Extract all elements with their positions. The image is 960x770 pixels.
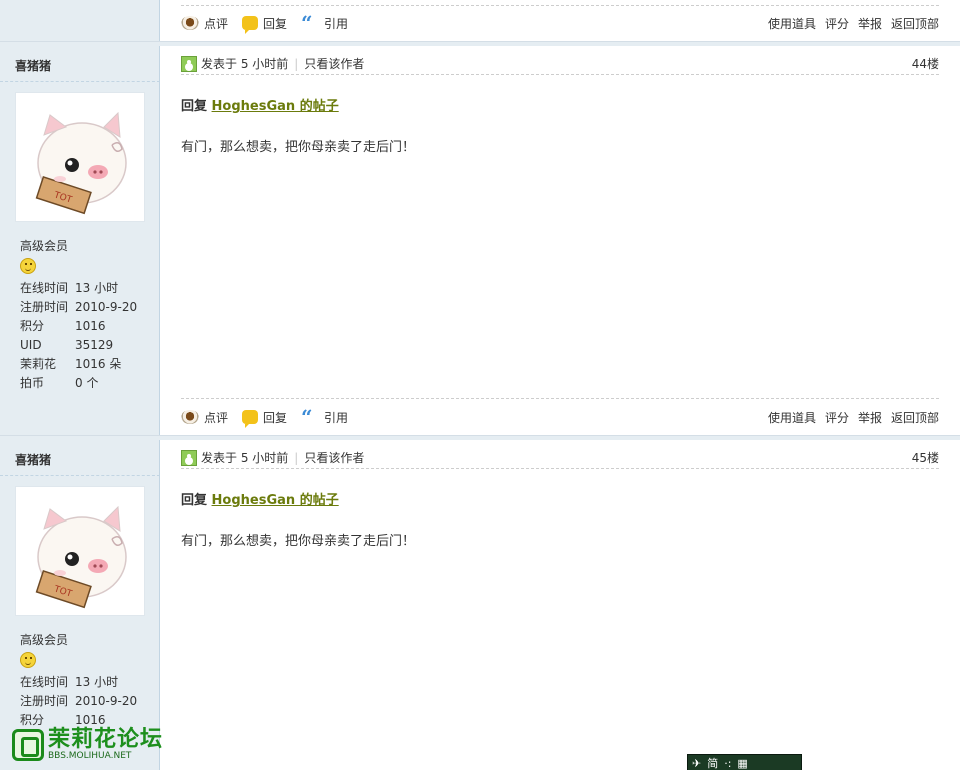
author-stats: 在线时间 13 小时 注册时间 2010-9-20 积分 1016 UID 35129 … [20, 279, 137, 393]
stat-label: 注册时间 [20, 300, 69, 314]
stat-label: 积分 [20, 319, 45, 333]
pig-avatar-image: TOT [35, 111, 127, 215]
smiley-icon [20, 652, 36, 668]
post-meta-bar: 发表于 5 小时前 | 只看该作者 44楼 [181, 53, 939, 75]
logo-icon [12, 729, 44, 761]
post-message: 有门，那么想卖，把你母亲卖了走后门！ [181, 140, 416, 155]
logo-url: BBS.MOLIHUA.NET [48, 751, 132, 761]
stat-value: 13 小时 [75, 675, 119, 689]
stat-value: 2010-9-20 [75, 694, 138, 708]
smiley-icon [20, 258, 36, 274]
post-separator [0, 435, 960, 440]
avatar[interactable]: TOT [15, 486, 145, 616]
reply-heading: 回复 HoghesGan 的帖子 [181, 99, 339, 114]
coffee-cup-icon [181, 410, 199, 424]
stat-value: 35129 [75, 338, 114, 352]
keyboard-icon[interactable]: ▦ [737, 757, 747, 770]
divider [181, 398, 939, 399]
stat-label: 茉莉花 [20, 357, 57, 371]
only-author-link[interactable]: 只看该作者 [304, 55, 364, 72]
back-to-top-link[interactable]: 返回顶部 [891, 15, 939, 32]
logo-text: 茉莉花论坛 [48, 727, 164, 752]
stat-row: 注册时间 2010-9-20 [20, 692, 137, 711]
post-action-bar: 点评 回复 “引用 使用道具 评分 举报 返回顶部 [181, 403, 939, 431]
post-message: 有门，那么想卖，把你母亲卖了走后门！ [181, 534, 416, 549]
divider [0, 475, 160, 476]
post-time: 发表于 5 小时前 [201, 451, 289, 465]
rate-link[interactable]: 评分 [825, 409, 849, 426]
reply-button[interactable]: 回复 [242, 15, 287, 34]
post-action-bar: 点评 回复 “引用 使用道具 评分 举报 返回顶部 [181, 9, 939, 37]
comment-button[interactable]: 点评 [181, 15, 228, 32]
stat-label: 在线时间 [20, 675, 69, 689]
floor-number[interactable]: 44楼 [912, 55, 939, 72]
post-meta-bar: 发表于 5 小时前 | 只看该作者 45楼 [181, 447, 939, 469]
quote-icon: “ [301, 11, 313, 35]
quote-icon: “ [301, 405, 313, 429]
rate-link[interactable]: 评分 [825, 15, 849, 32]
stat-row: 积分 1016 [20, 317, 137, 336]
author-name[interactable]: 喜猪猪 [15, 451, 51, 468]
stat-label: 拍币 [20, 376, 45, 390]
separator: | [294, 56, 299, 71]
avatar[interactable]: TOT [15, 92, 145, 222]
back-to-top-link[interactable]: 返回顶部 [891, 409, 939, 426]
ime-punct-icon[interactable]: ·: [724, 757, 731, 770]
author-stats: 在线时间 13 小时 注册时间 2010-9-20 积分 1016 [20, 673, 137, 730]
quote-button[interactable]: “引用 [301, 405, 348, 429]
post-separator [0, 41, 960, 46]
ime-mode-label[interactable]: 简 [707, 755, 718, 770]
speech-bubble-icon [242, 410, 259, 428]
stat-row: 茉莉花 1016 朵 [20, 355, 137, 374]
stat-row: UID 35129 [20, 336, 137, 355]
site-logo-watermark: 茉莉花论坛 BBS.MOLIHUA.NET [12, 729, 163, 761]
speech-bubble-icon [242, 16, 259, 34]
ime-logo-icon: ✈ [692, 756, 702, 770]
stat-row: 在线时间 13 小时 [20, 279, 137, 298]
post-time: 发表于 5 小时前 [201, 57, 289, 71]
only-author-link[interactable]: 只看该作者 [304, 449, 364, 466]
stat-row: 注册时间 2010-9-20 [20, 298, 137, 317]
stat-label: 在线时间 [20, 281, 69, 295]
reply-heading: 回复 HoghesGan 的帖子 [181, 493, 339, 508]
use-tools-link[interactable]: 使用道具 [768, 15, 816, 32]
post-content-column [161, 0, 960, 770]
stat-row: 拍币 0 个 [20, 374, 137, 393]
user-online-icon [181, 55, 197, 72]
floor-number[interactable]: 45楼 [912, 449, 939, 466]
reply-target-link[interactable]: HoghesGan 的帖子 [212, 493, 339, 508]
stat-value: 13 小时 [75, 281, 119, 295]
stat-value: 0 个 [75, 376, 99, 390]
use-tools-link[interactable]: 使用道具 [768, 409, 816, 426]
reply-target-link[interactable]: HoghesGan 的帖子 [212, 99, 339, 114]
reply-button[interactable]: 回复 [242, 409, 287, 428]
user-online-icon [181, 449, 197, 466]
coffee-cup-icon [181, 16, 199, 30]
stat-label: 注册时间 [20, 694, 69, 708]
stat-value: 1016 [75, 319, 106, 333]
stat-value: 1016 朵 [75, 357, 122, 371]
report-link[interactable]: 举报 [858, 15, 882, 32]
comment-button[interactable]: 点评 [181, 409, 228, 426]
divider [0, 81, 160, 82]
stat-value: 2010-9-20 [75, 300, 138, 314]
member-rank: 高级会员 [20, 239, 69, 253]
quote-button[interactable]: “引用 [301, 11, 348, 35]
report-link[interactable]: 举报 [858, 409, 882, 426]
ime-toolbar[interactable]: ✈ 简 ·: ▦ [687, 754, 802, 770]
pig-avatar-image: TOT [35, 505, 127, 609]
stat-label: UID [20, 338, 42, 352]
separator: | [294, 450, 299, 465]
author-name[interactable]: 喜猪猪 [15, 57, 51, 74]
member-rank: 高级会员 [20, 633, 69, 647]
stat-row: 在线时间 13 小时 [20, 673, 137, 692]
divider [181, 5, 939, 6]
